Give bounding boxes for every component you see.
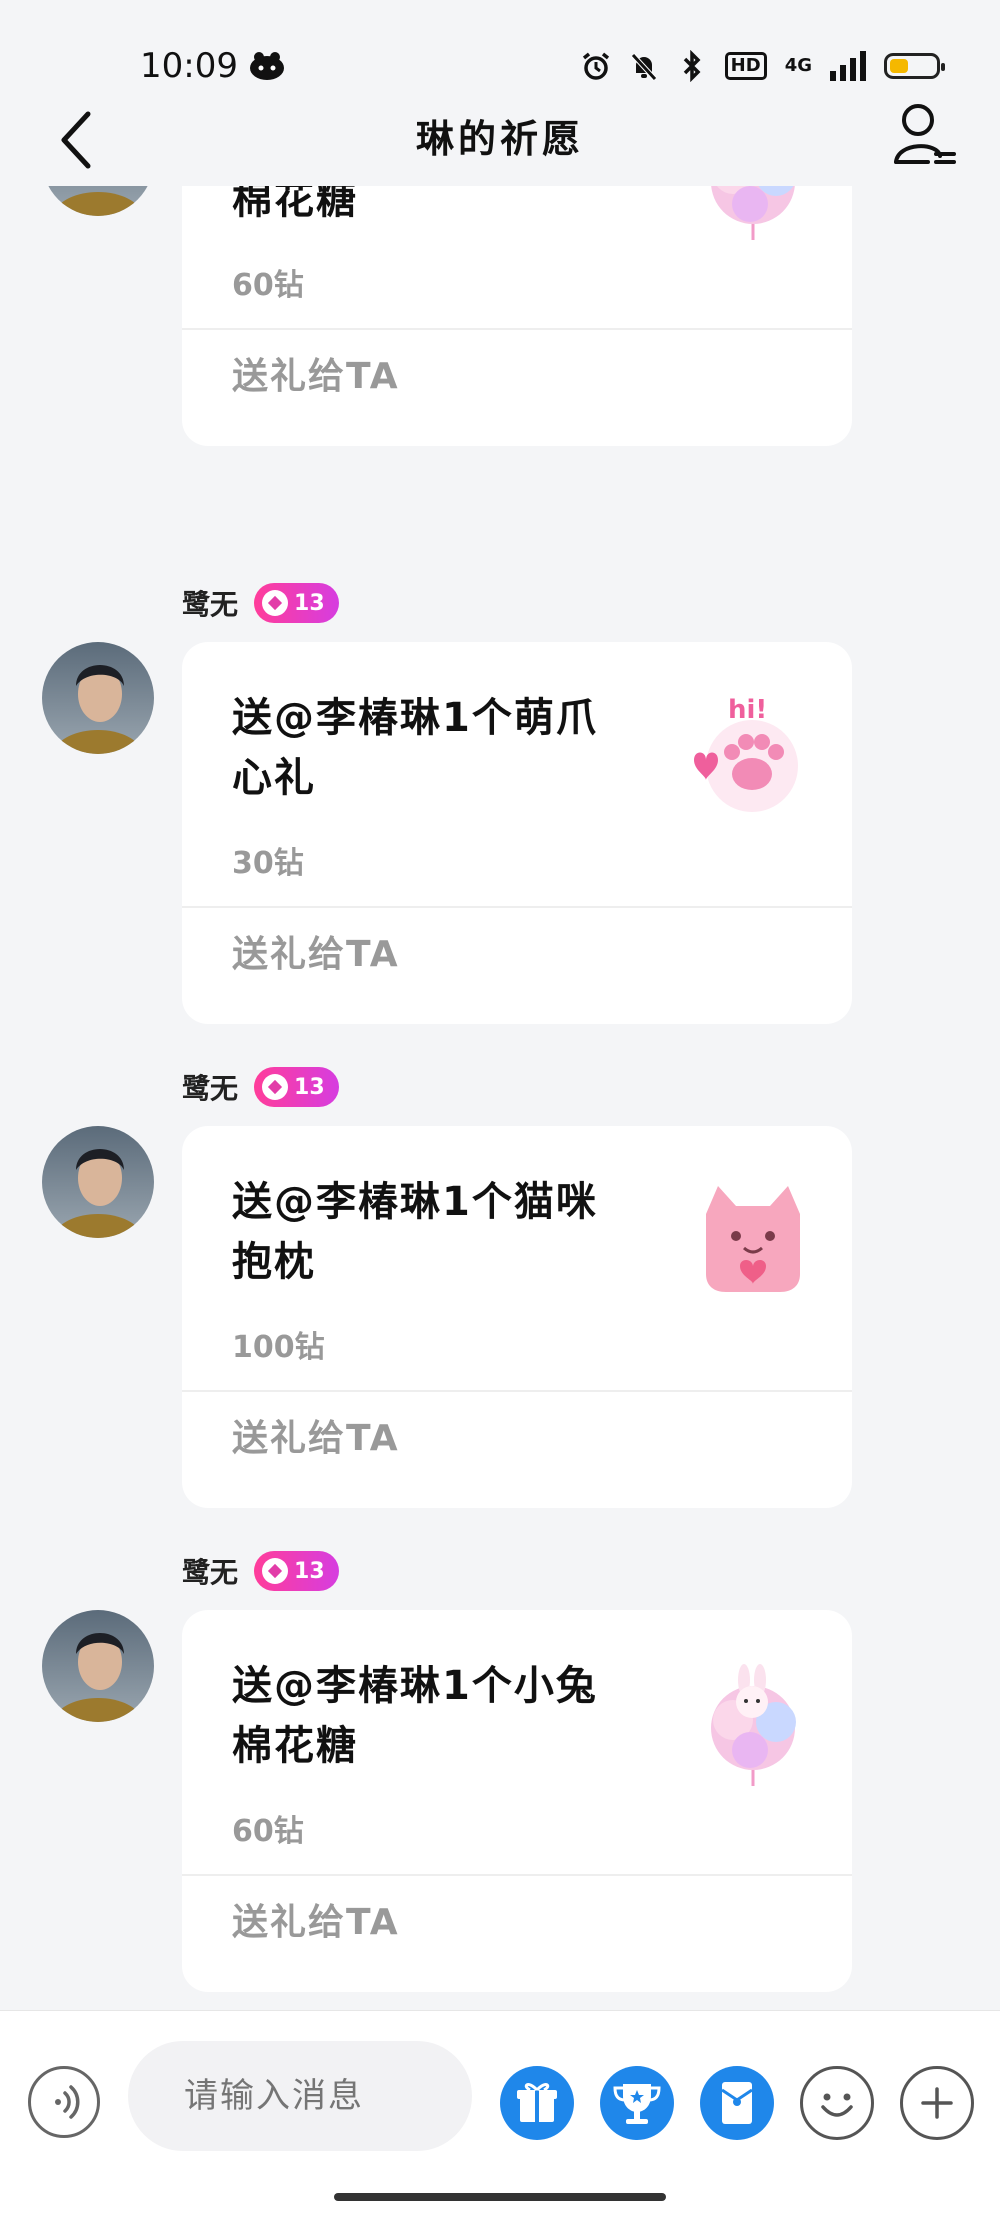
sender-row: 鹭无 13: [182, 1548, 339, 1594]
app-notification-icon: [250, 52, 284, 80]
level-number: 13: [294, 590, 325, 616]
level-badge: 13: [254, 1067, 339, 1107]
level-badge: 13: [254, 583, 339, 623]
avatar[interactable]: [42, 642, 154, 754]
level-badge: 13: [254, 1551, 339, 1591]
svg-text:hi!: hi!: [728, 695, 767, 725]
level-number: 13: [294, 1558, 325, 1584]
sender-name[interactable]: 鹭无: [182, 1067, 238, 1107]
message-input[interactable]: [128, 2041, 472, 2151]
gift-icon: [517, 2083, 557, 2122]
gift-card-text: 送@李椿琳1个猫咪抱枕: [232, 1179, 598, 1285]
red-packet-button[interactable]: [700, 2066, 774, 2140]
card-divider: [182, 328, 852, 330]
sender-name[interactable]: 鹭无: [182, 583, 238, 623]
avatar[interactable]: [42, 186, 154, 216]
input-bar: [0, 2010, 1000, 2223]
battery-icon: [884, 53, 945, 79]
red-packet-icon: [721, 2082, 753, 2124]
more-button[interactable]: [900, 2066, 974, 2140]
gift-card: 送@李椿琳1个猫咪抱枕 100钻 送礼给TA: [182, 1126, 852, 1508]
avatar[interactable]: [42, 1126, 154, 1238]
battery-level: [890, 59, 908, 73]
voice-button[interactable]: [28, 2066, 100, 2138]
trophy-icon: [613, 2084, 661, 2124]
profile-settings-icon[interactable]: [888, 96, 958, 176]
gift-button[interactable]: [500, 2066, 574, 2140]
voice-icon: [55, 2085, 80, 2119]
chat-message-list[interactable]: 送@李椿琳1个小兔棉花糖 60钻 送礼给TA 鹭无 13 送@李椿琳1个萌爪心礼…: [0, 186, 1000, 2010]
gift-card-text: 送@李椿琳1个小兔棉花糖: [232, 186, 358, 223]
sender-name[interactable]: 鹭无: [182, 1551, 238, 1591]
send-gift-button[interactable]: 送礼给TA: [232, 1414, 400, 1464]
level-number: 13: [294, 1074, 325, 1100]
diamond-icon: [262, 590, 289, 616]
card-divider: [182, 1874, 852, 1876]
emoji-button[interactable]: [800, 2066, 874, 2140]
diamond-icon: [262, 1558, 289, 1584]
gift-card: 送@李椿琳1个萌爪心礼 30钻 hi! 送礼给TA: [182, 642, 852, 1024]
hd-badge: HD: [724, 52, 767, 80]
gift-card-price: 100钻: [232, 1330, 325, 1365]
gift-card: 送@李椿琳1个小兔棉花糖 60钻 送礼给TA: [182, 1610, 852, 1992]
gift-card-price: 60钻: [232, 1814, 304, 1849]
status-time: 10:09: [140, 46, 238, 86]
bunny-cotton-candy-icon: [711, 1664, 796, 1786]
send-gift-button[interactable]: 送礼给TA: [232, 352, 400, 402]
network-type: 4G: [784, 55, 812, 76]
cat-pillow-icon: [706, 1186, 800, 1292]
bunny-cotton-candy-icon: [711, 186, 795, 240]
signal-icon: [830, 51, 866, 81]
card-divider: [182, 1390, 852, 1392]
avatar[interactable]: [42, 1610, 154, 1722]
gift-card-price: 30钻: [232, 846, 304, 881]
diamond-icon: [262, 1074, 289, 1100]
gift-card-price: 60钻: [232, 268, 304, 303]
mute-bell-icon: [630, 53, 657, 81]
page-title: 琳的祈愿: [415, 117, 584, 161]
status-bar: 10:09 HD 4G: [0, 0, 1000, 96]
gift-card: 送@李椿琳1个小兔棉花糖 60钻 送礼给TA: [182, 186, 852, 446]
sender-row: 鹭无 13: [182, 1064, 339, 1110]
alarm-icon: [582, 52, 609, 80]
send-gift-button[interactable]: 送礼给TA: [232, 930, 400, 980]
send-gift-button[interactable]: 送礼给TA: [232, 1898, 400, 1948]
plus-icon: [921, 2087, 953, 2119]
gift-card-text: 送@李椿琳1个萌爪心礼: [232, 695, 598, 801]
trophy-button[interactable]: [600, 2066, 674, 2140]
hi-paw-heart-icon: hi!: [694, 695, 798, 812]
gift-card-text: 送@李椿琳1个小兔棉花糖: [232, 1663, 598, 1769]
home-indicator[interactable]: [334, 2193, 666, 2201]
sender-row: 鹭无 13: [182, 580, 339, 626]
nav-bar: 琳的祈愿: [0, 96, 1000, 186]
bluetooth-icon: [683, 50, 701, 82]
card-divider: [182, 906, 852, 908]
emoji-icon: [821, 2093, 853, 2117]
